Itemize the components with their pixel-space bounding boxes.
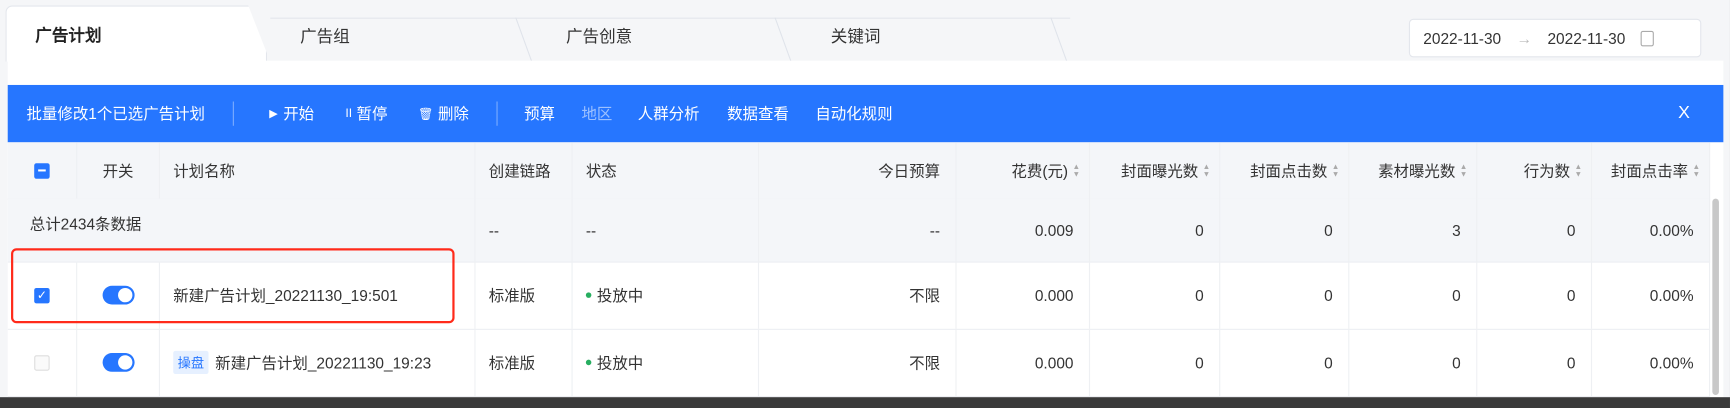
batch-action-bar: 批量修改1个已选广告计划 ▶ 开始 II 暂停 🗑 删除 预算 地区 人群分析 数据查… — [7, 84, 1724, 143]
col-budget: 今日预算 — [759, 142, 957, 199]
close-icon[interactable]: X — [1678, 85, 1690, 142]
bottom-edge — [0, 397, 1730, 408]
cell-cost: 0.000 — [957, 328, 1091, 397]
col-actions[interactable]: 行为数 ▲ ▼ — [1477, 142, 1593, 199]
divider — [496, 101, 498, 126]
cell-status: 投放中 — [573, 261, 760, 329]
range-arrow-icon: → — [1516, 29, 1533, 47]
sort-icon[interactable]: ▲ ▼ — [1203, 163, 1211, 178]
col-material-impressions[interactable]: 素材曝光数 ▲ ▼ — [1349, 142, 1478, 199]
tab-label: 广告计划 — [35, 25, 102, 45]
sort-icon[interactable]: ▲ ▼ — [1332, 163, 1340, 178]
col-cost[interactable]: 花费(元) ▲ ▼ — [957, 142, 1091, 199]
cell-actions: 0 — [1477, 198, 1593, 262]
cell-cover-click: 0 — [1220, 261, 1350, 329]
highlight-box — [11, 248, 455, 324]
col-label: 封面曝光数 — [1121, 161, 1199, 180]
tab-ad-group[interactable]: 广告组 — [300, 11, 350, 61]
tab-ad-plan[interactable]: 广告计划 — [5, 5, 267, 62]
col-label: 封面点击率 — [1610, 161, 1689, 180]
status-label: 投放中 — [596, 286, 644, 304]
operator-tag: 操盘 — [173, 350, 209, 375]
date-range-picker[interactable]: 2022-11-30 → 2022-11-30 — [1408, 18, 1702, 58]
cell-cover-imp: 0 — [1090, 198, 1221, 262]
vertical-scrollbar[interactable] — [1712, 198, 1719, 395]
region-button[interactable]: 地区 — [581, 85, 612, 142]
col-label: 行为数 — [1523, 161, 1571, 180]
col-cover-impressions[interactable]: 封面曝光数 ▲ ▼ — [1090, 142, 1221, 199]
end-date[interactable]: 2022-11-30 — [1547, 29, 1625, 47]
pause-button[interactable]: II 暂停 — [345, 85, 387, 142]
table-header: ━ 开关 计划名称 创建链路 状态 今日预算 花费(元) ▲ ▼ 封面曝光数 ▲ ▼ 封… — [7, 142, 1711, 200]
cell-cost: 0.000 — [957, 261, 1091, 329]
cell-chain: 标准版 — [476, 328, 573, 397]
cell-material-imp: 0 — [1349, 261, 1478, 329]
data-view-button[interactable]: 数据查看 — [727, 85, 789, 142]
tab-bar: 广告计划 广告组 广告创意 关键词 — [5, 5, 1071, 69]
cell-cost: 0.009 — [957, 198, 1091, 262]
cell-actions: 0 — [1477, 328, 1593, 397]
calendar-icon — [1640, 30, 1655, 46]
cell-status: -- — [573, 198, 760, 262]
col-label: 素材曝光数 — [1378, 161, 1456, 180]
pause-label: 暂停 — [356, 104, 388, 123]
cell-ctr: 0.00% — [1592, 261, 1711, 329]
batch-title: 批量修改1个已选广告计划 — [26, 104, 205, 123]
start-button[interactable]: ▶ 开始 — [269, 85, 314, 142]
spacer — [7, 60, 1724, 85]
cell-budget[interactable]: 不限 — [759, 261, 957, 329]
cell-cover-click: 0 — [1220, 198, 1350, 262]
status-dot-icon — [585, 359, 592, 366]
table-row[interactable]: 操盘 新建广告计划_20221130_19:23 标准版 投放中 不限 0.000… — [7, 328, 1711, 398]
col-label: 花费(元) — [1011, 161, 1069, 180]
col-label: 封面点击数 — [1250, 161, 1328, 180]
cell-material-imp: 0 — [1349, 328, 1478, 397]
tab-label: 关键词 — [830, 27, 881, 47]
status-label: 投放中 — [596, 353, 644, 372]
tab-label: 广告组 — [300, 27, 350, 47]
sort-icon[interactable]: ▲ ▼ — [1460, 163, 1468, 178]
sort-icon[interactable]: ▲ ▼ — [1693, 163, 1701, 178]
cell-budget[interactable]: 不限 — [759, 328, 957, 397]
sort-icon[interactable]: ▲ ▼ — [1072, 163, 1080, 178]
cell-ctr: 0.00% — [1592, 328, 1711, 397]
pause-icon: II — [345, 107, 353, 121]
divider — [232, 101, 234, 126]
plan-name[interactable]: 新建广告计划_20221130_19:23 — [215, 351, 431, 373]
cell-cover-imp: 0 — [1090, 328, 1221, 397]
start-date[interactable]: 2022-11-30 — [1423, 29, 1501, 47]
tab-keywords[interactable]: 关键词 — [831, 11, 881, 61]
col-chain: 创建链路 — [476, 142, 573, 199]
cell-material-imp: 3 — [1349, 198, 1478, 262]
automation-rules-button[interactable]: 自动化规则 — [815, 85, 892, 142]
tab-label: 广告创意 — [565, 27, 633, 47]
crowd-analysis-button[interactable]: 人群分析 — [638, 85, 700, 142]
col-ctr[interactable]: 封面点击率 ▲ ▼ — [1592, 142, 1711, 199]
cell-chain: 标准版 — [476, 261, 573, 329]
cell-status: 投放中 — [573, 328, 760, 397]
tab-ad-creative[interactable]: 广告创意 — [566, 11, 632, 61]
col-switch: 开关 — [77, 142, 160, 199]
status-dot-icon — [585, 292, 592, 298]
col-cover-clicks[interactable]: 封面点击数 ▲ ▼ — [1220, 142, 1350, 199]
cell-cover-click: 0 — [1220, 328, 1350, 397]
sort-icon[interactable]: ▲ ▼ — [1574, 163, 1582, 178]
col-name: 计划名称 — [160, 142, 476, 199]
col-status: 状态 — [573, 142, 760, 199]
start-label: 开始 — [283, 104, 315, 123]
delete-label: 删除 — [437, 104, 469, 123]
cell-actions: 0 — [1477, 261, 1593, 329]
toggle-switch[interactable] — [102, 353, 135, 372]
row-checkbox[interactable] — [34, 354, 50, 371]
play-icon: ▶ — [269, 107, 278, 120]
budget-button[interactable]: 预算 — [524, 85, 555, 142]
cell-cover-imp: 0 — [1090, 261, 1221, 329]
trash-icon: 🗑 — [418, 107, 434, 121]
select-all-checkbox[interactable]: ━ — [34, 162, 50, 179]
cell-chain: -- — [476, 198, 573, 262]
delete-button[interactable]: 🗑 删除 — [418, 85, 469, 142]
cell-ctr: 0.00% — [1592, 198, 1711, 262]
cell-budget: -- — [759, 198, 957, 262]
